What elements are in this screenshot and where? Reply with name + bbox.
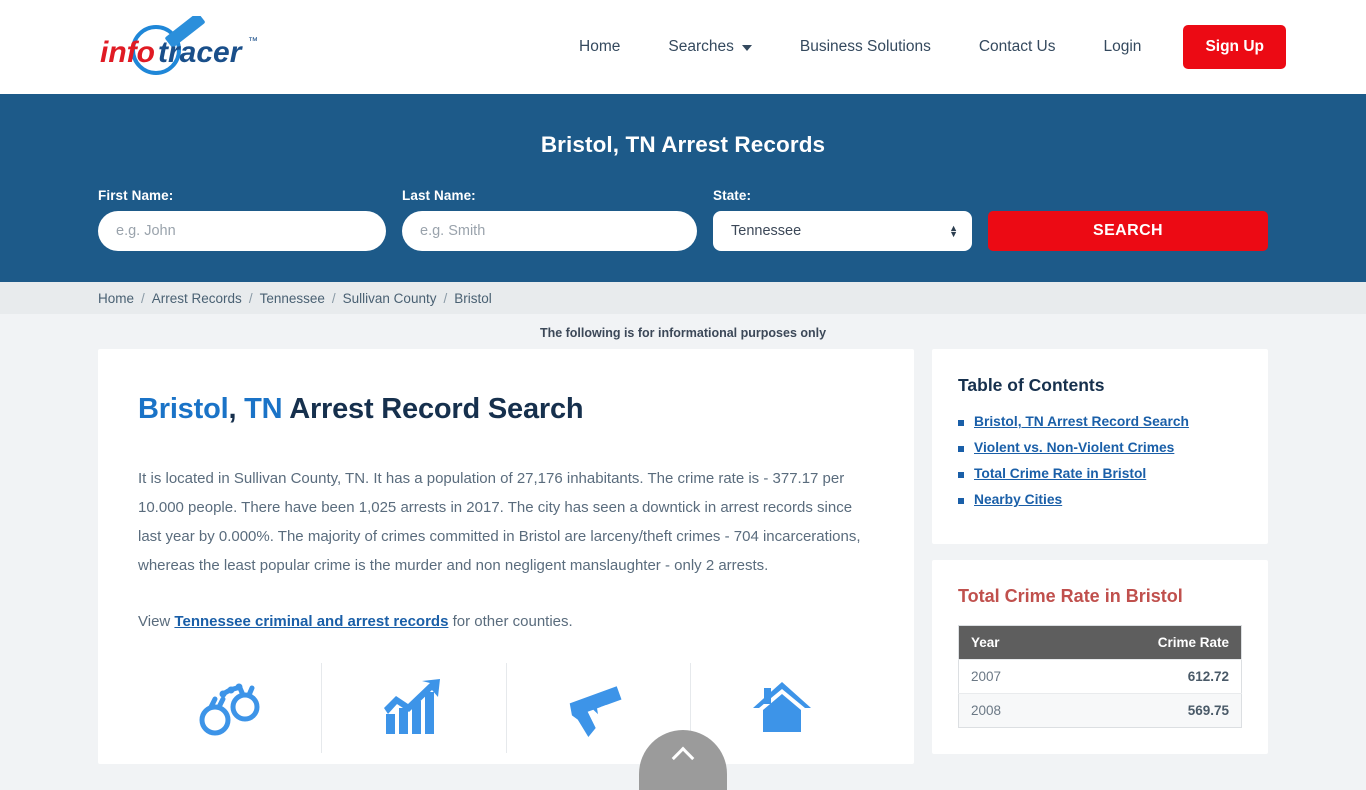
state-field-group: State: TennesseeAlabamaGeorgiaKentuckyVi… (713, 188, 972, 251)
cell-crime-rate: 569.75 (1061, 693, 1242, 728)
page-title-rest: Arrest Record Search (282, 393, 584, 425)
nav-label: Searches (668, 38, 734, 55)
page-title-state: TN (236, 393, 283, 425)
crime-table-head: Year Crime Rate (958, 625, 1242, 660)
chevron-down-icon (741, 45, 752, 51)
chevron-up-icon (671, 746, 695, 770)
breadcrumb-separator: / (443, 290, 448, 306)
search-form: First Name: Last Name: State: TennesseeA… (98, 188, 1268, 251)
toc-item: Violent vs. Non-Violent Crimes (958, 440, 1242, 455)
breadcrumb: Home / Arrest Records / Tennessee / Sullivan C… (0, 282, 1366, 314)
city-summary-paragraph: It is located in Sullivan County, TN. It… (138, 470, 861, 574)
page-title: Bristol, TN Arrest Record Search (138, 393, 874, 426)
breadcrumb-item-bristol: Bristol (454, 290, 492, 306)
toc-link-2[interactable]: Violent vs. Non-Violent Crimes (974, 440, 1174, 455)
handcuffs-icon (199, 683, 260, 736)
svg-text:info: info (100, 36, 155, 69)
gun-icon (569, 686, 622, 738)
breadcrumb-item-sullivan-county[interactable]: Sullivan County (343, 291, 437, 306)
last-name-label: Last Name: (402, 188, 476, 203)
nav-item-searches[interactable]: Searches (644, 38, 775, 56)
main-navigation: Home Searches Business Solutions Contact… (555, 25, 1286, 69)
cell-year: 2007 (958, 659, 1062, 694)
column-header-crime-rate: Crime Rate (1061, 625, 1242, 660)
main-content-card: Bristol, TN Arrest Record Search It is l… (98, 349, 914, 764)
first-name-field-group: First Name: (98, 188, 386, 251)
site-header: info tracer ™ Home Searches Business Sol… (0, 0, 1366, 94)
first-name-label: First Name: (98, 188, 174, 203)
nav-label: Login (1103, 38, 1142, 55)
breadcrumb-item-tennessee[interactable]: Tennessee (260, 291, 325, 306)
page-title-city: Bristol (138, 393, 229, 425)
state-label: State: (713, 188, 752, 203)
toc-item: Bristol, TN Arrest Record Search (958, 414, 1242, 429)
growth-chart-icon (383, 679, 440, 734)
bullet-icon (958, 498, 964, 504)
view-suffix: for other counties. (448, 613, 573, 630)
crime-rate-title: Total Crime Rate in Bristol (958, 586, 1183, 606)
table-of-contents-card: Table of Contents Bristol, TN Arrest Rec… (932, 349, 1268, 544)
bullet-icon (958, 472, 964, 478)
crime-rate-table: Year Crime Rate 2007 612.72 2008 569.75 (958, 625, 1242, 728)
table-row: 2007 612.72 (958, 659, 1242, 694)
toc-title: Table of Contents (958, 375, 1105, 395)
page-layout: Bristol, TN Arrest Record Search It is l… (0, 349, 1366, 764)
nav-item-home[interactable]: Home (555, 38, 644, 56)
logo-graphic: info tracer ™ (100, 16, 258, 75)
search-banner: Bristol, TN Arrest Records First Name: L… (0, 94, 1366, 282)
house-icon (753, 682, 812, 732)
svg-text:™: ™ (248, 36, 258, 47)
nav-item-login[interactable]: Login (1080, 38, 1166, 56)
table-row: 2008 569.75 (958, 693, 1242, 728)
informational-disclaimer: The following is for informational purpo… (539, 326, 827, 340)
toc-item: Total Crime Rate in Bristol (958, 466, 1242, 481)
search-button[interactable]: SEARCH (988, 211, 1268, 251)
nav-item-business-solutions[interactable]: Business Solutions (776, 38, 955, 56)
toc-list: Bristol, TN Arrest Record Search Violent … (958, 414, 1242, 507)
view-records-line: View Tennessee criminal and arrest recor… (138, 607, 874, 636)
toc-link-3[interactable]: Total Crime Rate in Bristol (974, 466, 1146, 481)
nav-item-contact-us[interactable]: Contact Us (955, 38, 1080, 56)
bullet-icon (958, 420, 964, 426)
icon-cell-growth-chart[interactable] (322, 663, 507, 753)
infotracer-logo[interactable]: info tracer ™ (98, 16, 263, 78)
nav-label: Business Solutions (799, 38, 931, 55)
toc-item: Nearby Cities (958, 492, 1242, 507)
cell-year: 2008 (958, 693, 1062, 728)
toc-link-1[interactable]: Bristol, TN Arrest Record Search (974, 414, 1189, 429)
last-name-input[interactable] (402, 211, 697, 251)
breadcrumb-item-arrest-records[interactable]: Arrest Records (152, 291, 242, 306)
tennessee-records-link[interactable]: Tennessee criminal and arrest records (174, 613, 448, 630)
crime-table-header-row: Year Crime Rate (958, 625, 1242, 660)
toc-link-4[interactable]: Nearby Cities (974, 492, 1062, 507)
category-icon-row (138, 663, 874, 753)
nav-label: Contact Us (978, 38, 1056, 55)
bullet-icon (958, 446, 964, 452)
sign-up-button[interactable]: Sign Up (1183, 25, 1286, 69)
column-header-year: Year (958, 625, 1062, 660)
banner-title: Bristol, TN Arrest Records (540, 132, 826, 157)
state-select[interactable]: TennesseeAlabamaGeorgiaKentuckyVirginiaN… (713, 211, 972, 251)
breadcrumb-separator: / (141, 290, 145, 306)
sidebar: Table of Contents Bristol, TN Arrest Rec… (932, 349, 1268, 754)
svg-text:tracer: tracer (158, 36, 244, 69)
total-crime-rate-card: Total Crime Rate in Bristol Year Crime R… (932, 560, 1268, 754)
icon-cell-handcuffs[interactable] (138, 663, 323, 753)
last-name-field-group: Last Name: (402, 188, 697, 251)
breadcrumb-separator: / (331, 290, 336, 306)
nav-label: Home (579, 38, 621, 55)
breadcrumb-item-home[interactable]: Home (98, 291, 134, 306)
icon-cell-house[interactable] (691, 663, 874, 753)
first-name-input[interactable] (98, 211, 386, 251)
crime-table-body: 2007 612.72 2008 569.75 (958, 659, 1242, 728)
cell-crime-rate: 612.72 (1061, 659, 1242, 694)
view-prefix: View (138, 613, 175, 630)
breadcrumb-separator: / (248, 290, 253, 306)
